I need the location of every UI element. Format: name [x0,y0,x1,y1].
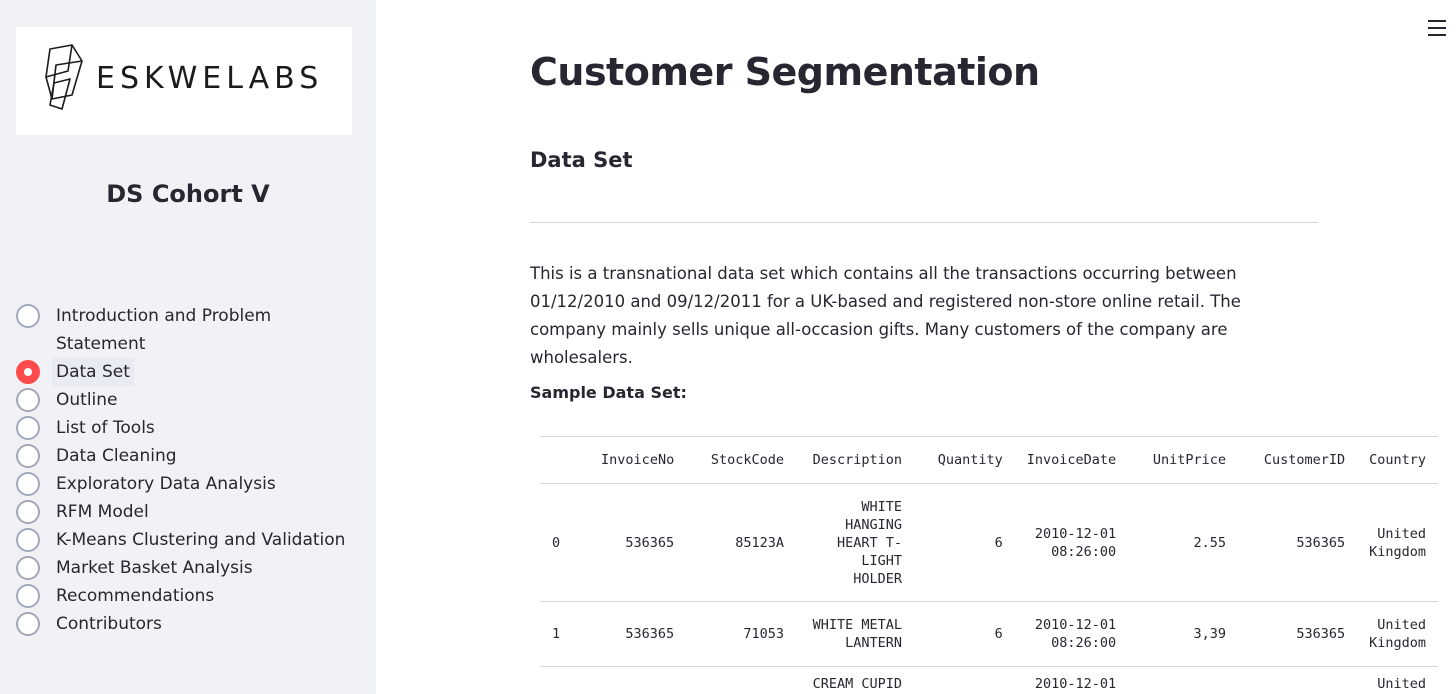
radio-button[interactable] [16,500,40,524]
table-cell: 71053 [686,601,797,667]
table-cell: 536365 [1238,601,1358,667]
table-cell: 2010-12-01 [1014,666,1129,694]
table-cell: WHITE METAL LANTERN [796,601,915,667]
table-cell: WHITE HANGING HEART T-LIGHT HOLDER [796,483,915,602]
eskwelabs-logo-icon [45,44,83,110]
radio-button-checked[interactable] [16,360,40,384]
table-cell: 1 [540,601,577,667]
column-header: Country [1357,436,1438,484]
table-cell: United [1357,666,1438,694]
table-cell: 2.55 [1128,483,1238,602]
table-cell: 2010-12-01 08:26:00 [1014,483,1129,602]
table-cell: CREAM CUPID [796,666,915,694]
table-cell: 6 [914,483,1015,602]
nav-item-data-set[interactable]: Data Set [16,358,356,386]
nav-item-label: List of Tools [56,418,155,438]
nav-item-label: Data Set [52,358,134,386]
sample-data-label: Sample Data Set: [530,383,687,402]
logo-text: ESKWELABS [96,61,324,96]
nav-item-data-cleaning[interactable]: Data Cleaning [16,442,356,470]
radio-button[interactable] [16,528,40,552]
radio-button[interactable] [16,556,40,580]
sample-data-table: InvoiceNo StockCode Description Quantity… [540,436,1438,694]
intro-line: This is a transnational data set which c… [530,264,1237,283]
column-header: InvoiceDate [1014,436,1129,484]
radio-button[interactable] [16,472,40,496]
table-cell [540,666,577,694]
nav-item-recommendations[interactable]: Recommendations [16,582,356,610]
column-header: CustomerID [1238,436,1358,484]
column-header: InvoiceNo [576,436,687,484]
nav-item-label: Market Basket Analysis [56,558,253,578]
cohort-title: DS Cohort V [106,180,270,208]
logo: ESKWELABS [16,27,352,135]
radio-button[interactable] [16,612,40,636]
table-row: 0 536365 85123A WHITE HANGING HEART T-LI… [540,483,1438,602]
table-cell [1128,666,1238,694]
nav-item-eda[interactable]: Exploratory Data Analysis [16,470,356,498]
section-title: Data Set [530,148,633,172]
column-header: StockCode [686,436,797,484]
section-nav: Introduction and Problem Statement Data … [16,302,356,638]
nav-item-kmeans[interactable]: K-Means Clustering and Validation [16,526,356,554]
divider [530,222,1318,223]
nav-item-market-basket[interactable]: Market Basket Analysis [16,554,356,582]
radio-button[interactable] [16,416,40,440]
table-cell: 85123A [686,483,797,602]
hamburger-menu-icon[interactable] [1428,20,1446,36]
table-row: 1 536365 71053 WHITE METAL LANTERN 6 201… [540,601,1438,667]
nav-item-label: Outline [56,390,118,410]
table-row: CREAM CUPID 2010-12-01 United [540,666,1438,694]
column-header: Description [796,436,915,484]
nav-item-label: Exploratory Data Analysis [56,474,276,494]
nav-item-contributors[interactable]: Contributors [16,610,356,638]
intro-line: company mainly sells unique all-occasion… [530,320,1228,367]
table-header-row: InvoiceNo StockCode Description Quantity… [540,436,1438,484]
column-header [540,436,577,484]
nav-item-outline[interactable]: Outline [16,386,356,414]
nav-item-label: K-Means Clustering and Validation [56,530,346,550]
radio-button[interactable] [16,388,40,412]
radio-button[interactable] [16,584,40,608]
nav-item-label: RFM Model [56,502,149,522]
sidebar: ESKWELABS DS Cohort V Introduction and P… [0,0,376,694]
column-header: UnitPrice [1128,436,1238,484]
intro-paragraph: This is a transnational data set which c… [530,260,1330,372]
table-cell: 6 [914,601,1015,667]
table-cell: 536365 [576,483,687,602]
table-cell: 0 [540,483,577,602]
nav-item-rfm-model[interactable]: RFM Model [16,498,356,526]
table-cell: 3,39 [1128,601,1238,667]
table-cell [576,666,687,694]
nav-item-label: Contributors [56,614,162,634]
nav-item-introduction[interactable]: Introduction and Problem Statement [16,302,356,358]
table-cell: United Kingdom [1357,601,1438,667]
page-title: Customer Segmentation [530,50,1040,94]
table-cell: 536365 [1238,483,1358,602]
radio-button[interactable] [16,444,40,468]
table-cell [914,666,1015,694]
nav-item-label: Introduction and Problem Statement [56,306,272,354]
radio-button[interactable] [16,304,40,328]
table-cell: United Kingdom [1357,483,1438,602]
nav-item-label: Data Cleaning [56,446,177,466]
nav-item-list-of-tools[interactable]: List of Tools [16,414,356,442]
table-cell [1238,666,1358,694]
table-cell: 536365 [576,601,687,667]
table-cell [686,666,797,694]
column-header: Quantity [914,436,1015,484]
table-cell: 2010-12-01 08:26:00 [1014,601,1129,667]
intro-line: 01/12/2010 and 09/12/2011 for a UK-based… [530,292,1241,311]
nav-item-label: Recommendations [56,586,215,606]
